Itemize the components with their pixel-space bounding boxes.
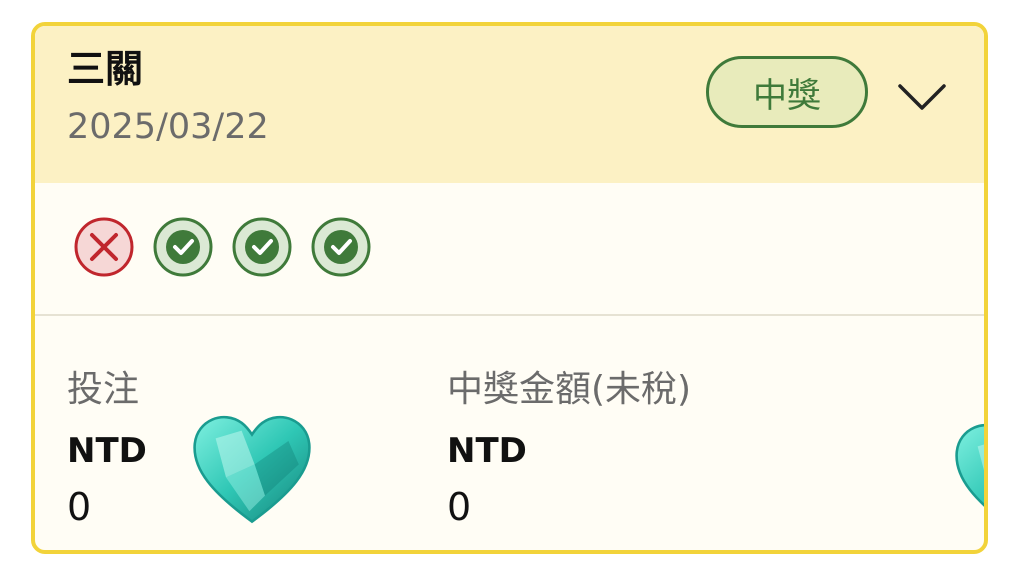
section-divider bbox=[35, 314, 984, 316]
bet-slip-card: 三關 2025/03/22 中獎 投注 NTD 0 中獎金額(未稅) NTD 0 bbox=[31, 22, 988, 554]
leg-results bbox=[73, 216, 372, 278]
payout-value: 0 bbox=[447, 485, 472, 529]
check-circle-icon bbox=[232, 217, 292, 277]
stake-currency: NTD bbox=[67, 431, 147, 471]
heart-gem-icon bbox=[193, 415, 311, 524]
payout-label: 中獎金額(未稅) bbox=[447, 369, 692, 410]
card-header[interactable]: 三關 2025/03/22 中獎 bbox=[35, 26, 984, 183]
heart-gem-icon bbox=[955, 423, 984, 507]
bet-date: 2025/03/22 bbox=[67, 107, 269, 147]
check-circle-icon bbox=[311, 217, 371, 277]
payout-currency: NTD bbox=[447, 431, 527, 471]
status-badge: 中獎 bbox=[706, 56, 868, 128]
x-circle-icon bbox=[74, 217, 134, 277]
stake-label: 投注 bbox=[67, 369, 140, 410]
check-circle-icon bbox=[153, 217, 213, 277]
bet-type-title: 三關 bbox=[67, 47, 144, 91]
stake-value: 0 bbox=[67, 485, 92, 529]
chevron-down-icon[interactable] bbox=[897, 82, 947, 112]
